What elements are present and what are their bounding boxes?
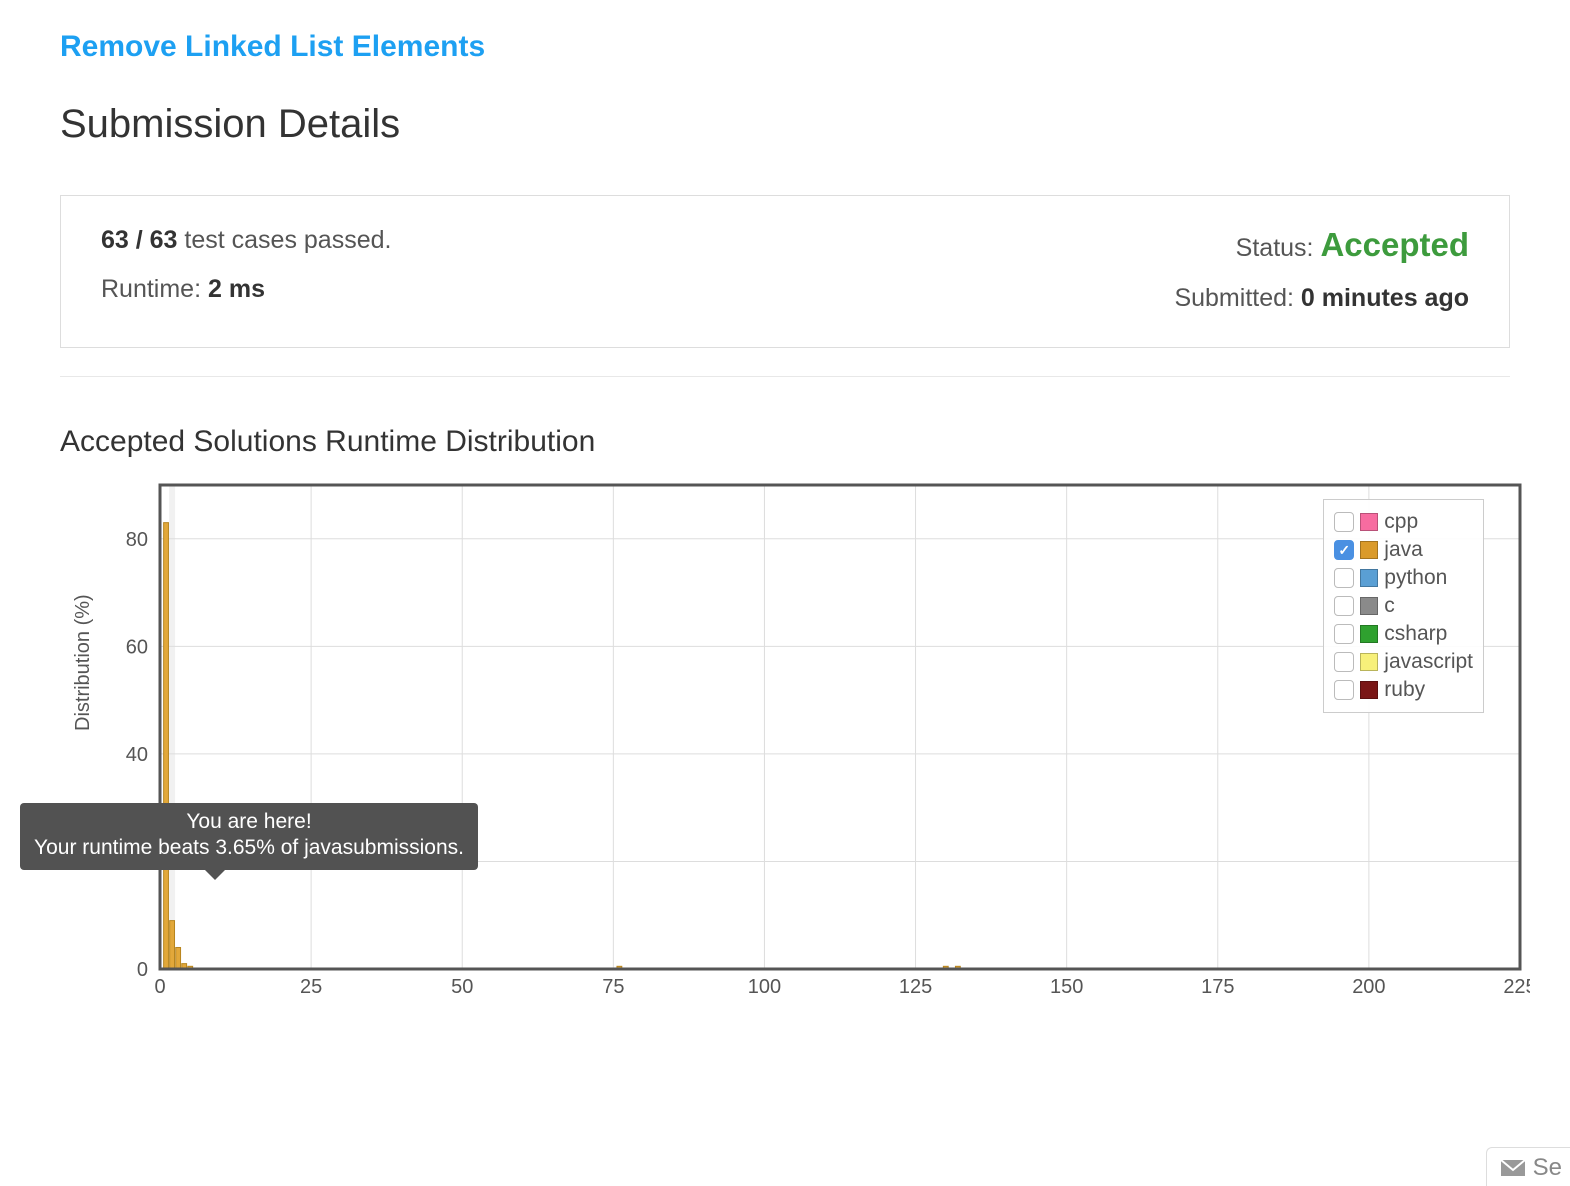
svg-text:50: 50 [451,976,473,998]
legend-swatch-java [1360,541,1378,559]
legend-swatch-cpp [1360,513,1378,531]
legend-checkbox-cpp[interactable] [1334,512,1354,532]
distribution-chart[interactable]: 0204060800255075100125150175200225 [80,481,1530,1001]
chart-wrap: Distribution (%) 02040608002550751001251… [80,481,1510,1001]
svg-text:80: 80 [126,529,148,551]
legend-swatch-python [1360,569,1378,587]
feedback-tab[interactable]: Se [1486,1147,1570,1186]
mail-icon [1501,1160,1525,1176]
legend-label-c: c [1384,594,1395,618]
legend-swatch-csharp [1360,625,1378,643]
feedback-label: Se [1533,1154,1562,1182]
legend-swatch-ruby [1360,681,1378,699]
you-are-here-tooltip: You are here! Your runtime beats 3.65% o… [20,803,478,870]
svg-text:25: 25 [300,976,322,998]
legend-checkbox-java[interactable] [1334,540,1354,560]
legend-item-csharp[interactable]: csharp [1334,620,1473,648]
legend-label-csharp: csharp [1384,622,1447,646]
tooltip-line2: Your runtime beats 3.65% of javasubmissi… [34,835,464,861]
legend-checkbox-ruby[interactable] [1334,680,1354,700]
legend-label-python: python [1384,566,1447,590]
svg-text:100: 100 [748,976,781,998]
divider [60,376,1510,377]
legend-checkbox-c[interactable] [1334,596,1354,616]
legend-item-javascript[interactable]: javascript [1334,648,1473,676]
svg-text:0: 0 [154,976,165,998]
svg-text:125: 125 [899,976,932,998]
tooltip-line1: You are here! [34,809,464,835]
submitted-value: 0 minutes ago [1301,284,1469,312]
legend-label-ruby: ruby [1384,678,1425,702]
submitted-line: Submitted: 0 minutes ago [1174,284,1469,313]
status-value: Accepted [1320,226,1469,263]
runtime-label: Runtime: [101,275,208,303]
legend-item-python[interactable]: python [1334,564,1473,592]
svg-text:75: 75 [602,976,624,998]
status-label: Status: [1236,234,1321,262]
legend-item-java[interactable]: java [1334,536,1473,564]
problem-link[interactable]: Remove Linked List Elements [60,30,485,64]
svg-text:40: 40 [126,744,148,766]
svg-text:0: 0 [137,959,148,981]
chart-legend: cpp java python c csharp javascript ruby [1323,499,1484,713]
legend-item-c[interactable]: c [1334,592,1473,620]
svg-text:60: 60 [126,636,148,658]
legend-checkbox-python[interactable] [1334,568,1354,588]
status-box: 63 / 63 test cases passed. Runtime: 2 ms… [60,195,1510,348]
legend-label-javascript: javascript [1384,650,1473,674]
legend-item-ruby[interactable]: ruby [1334,676,1473,704]
chart-title: Accepted Solutions Runtime Distribution [60,425,1510,459]
test-cases-suffix: test cases passed. [177,226,391,254]
legend-swatch-javascript [1360,653,1378,671]
legend-item-cpp[interactable]: cpp [1334,508,1473,536]
test-cases-line: 63 / 63 test cases passed. [101,226,391,255]
runtime-value: 2 ms [208,275,265,303]
legend-checkbox-csharp[interactable] [1334,624,1354,644]
submitted-label: Submitted: [1174,284,1300,312]
svg-text:175: 175 [1201,976,1234,998]
test-passed-count: 63 / 63 [101,226,177,254]
chart-ylabel: Distribution (%) [72,594,95,731]
svg-text:150: 150 [1050,976,1083,998]
legend-checkbox-javascript[interactable] [1334,652,1354,672]
status-line: Status: Accepted [1174,226,1469,264]
runtime-line: Runtime: 2 ms [101,275,391,304]
legend-label-java: java [1384,538,1423,562]
svg-text:200: 200 [1352,976,1385,998]
legend-swatch-c [1360,597,1378,615]
svg-text:225: 225 [1503,976,1530,998]
legend-label-cpp: cpp [1384,510,1418,534]
page-title: Submission Details [60,102,1510,147]
